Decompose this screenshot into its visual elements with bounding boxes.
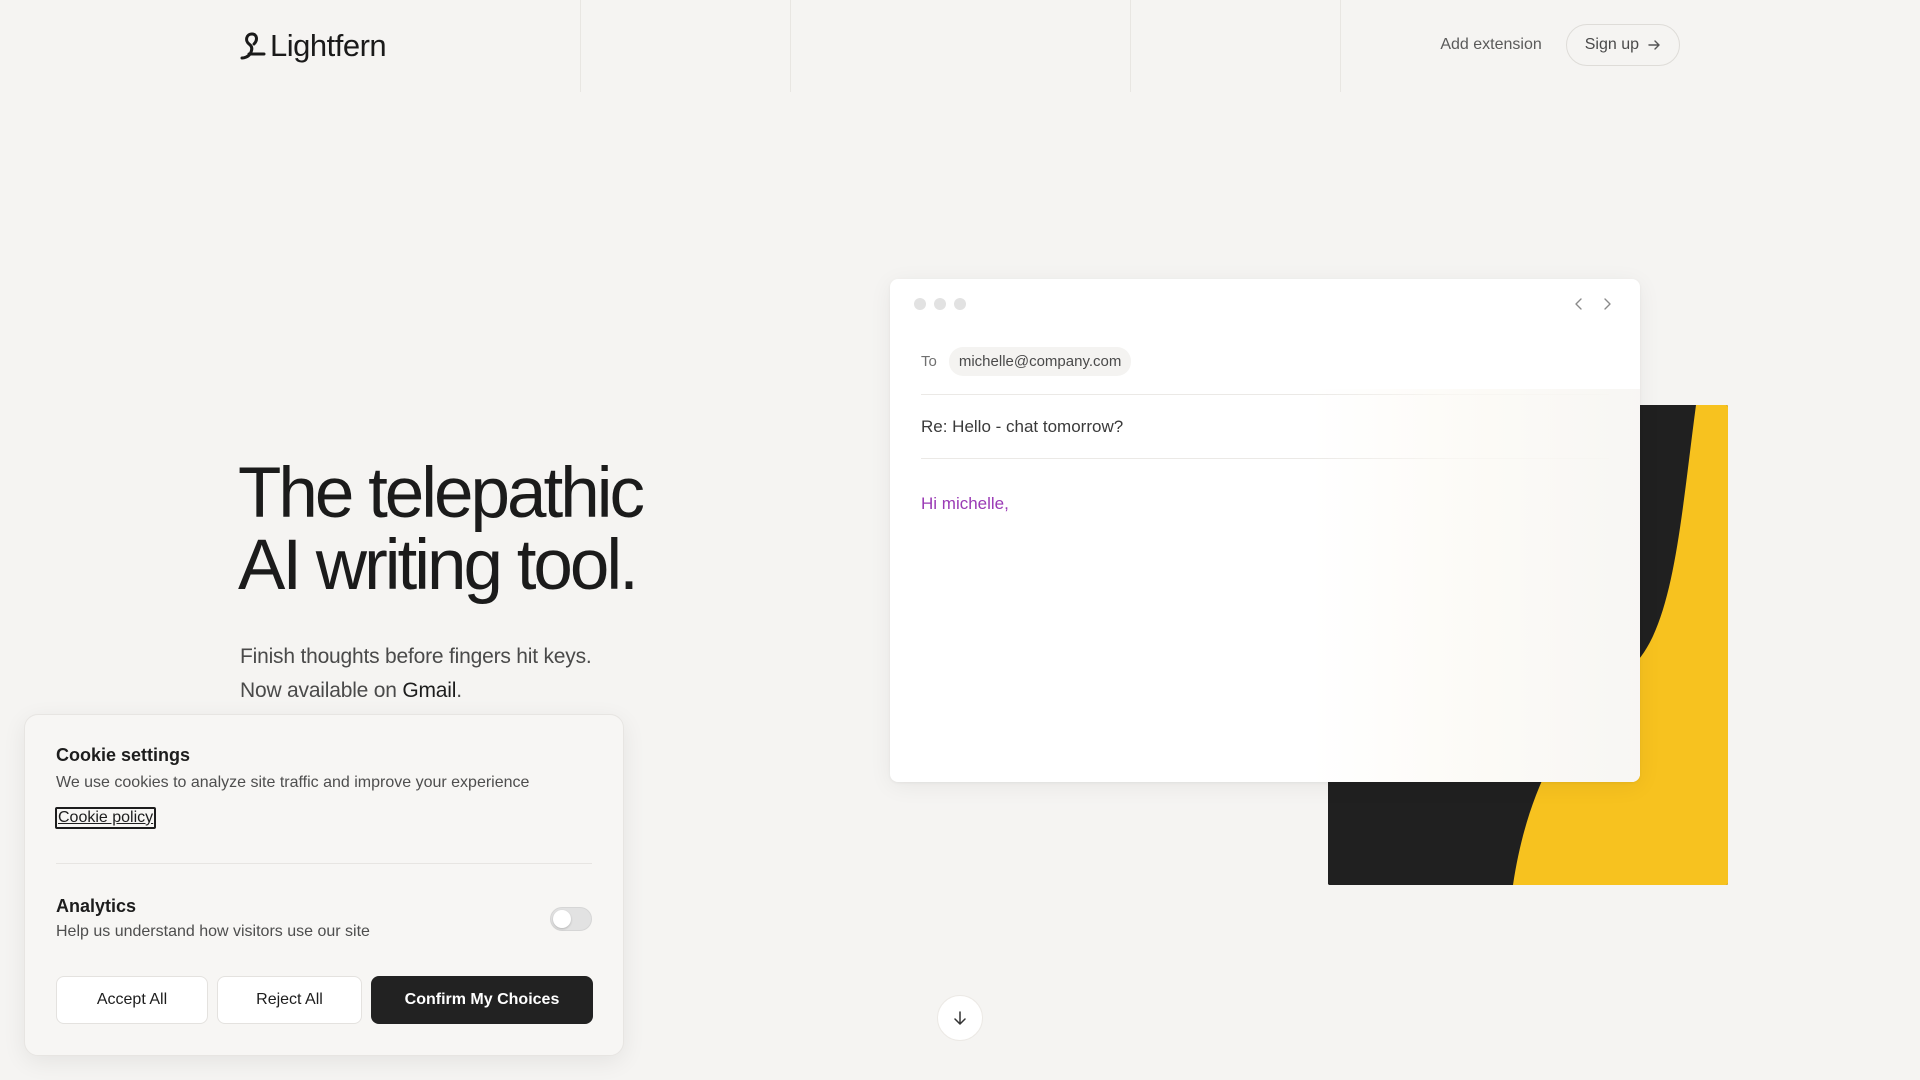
arrow-down-icon [954, 1011, 966, 1025]
analytics-title: Analytics [56, 896, 137, 916]
email-compose-card: To michelle@company.com Re: Hello - chat… [890, 279, 1640, 782]
cookie-title: Cookie settings [56, 745, 191, 765]
analytics-toggle[interactable] [550, 907, 592, 931]
header-divider [790, 0, 791, 92]
recipient-chip: michelle@company.com [948, 347, 1132, 376]
email-divider [921, 458, 1609, 459]
email-greeting: Hi michelle, [921, 494, 1009, 513]
hero-subtitle-line: Now available on Gmail. [240, 674, 592, 708]
cookie-policy-link[interactable]: Cookie policy [55, 807, 157, 829]
header-divider [1340, 0, 1341, 92]
cookie-divider [56, 863, 592, 864]
email-divider [921, 394, 1609, 395]
add-extension-link[interactable]: Add extension [1440, 36, 1541, 54]
arrow-right-icon [1648, 40, 1660, 50]
sign-up-label: Sign up [1584, 36, 1639, 53]
toggle-knob [553, 910, 571, 928]
hero-title-line: AI writing tool. [238, 526, 639, 605]
sign-up-button[interactable]: Sign up [1565, 24, 1680, 66]
cookie-description: We use cookies to analyze site traffic a… [56, 774, 530, 791]
reject-all-button[interactable]: Reject All [217, 976, 362, 1024]
window-controls [914, 298, 966, 310]
header-nav: Add extension Sign up [1440, 24, 1680, 66]
chevron-right-icon[interactable] [1600, 295, 1614, 313]
availability-suffix: . [456, 679, 462, 702]
hero-subtitle-line: Finish thoughts before fingers hit keys. [240, 645, 592, 668]
cookie-actions: Accept All Reject All Confirm My Choices [56, 976, 593, 1024]
scroll-down-button[interactable] [937, 995, 983, 1041]
brand-name: Lightfern [270, 28, 387, 63]
recipient-row: To michelle@company.com [921, 347, 1132, 376]
window-dot [914, 298, 926, 310]
to-label: To [921, 353, 937, 370]
header-divider [1130, 0, 1131, 92]
analytics-description: Help us understand how visitors use our … [56, 923, 370, 940]
header-divider [580, 0, 581, 92]
accept-all-button[interactable]: Accept All [56, 976, 208, 1024]
window-dot [934, 298, 946, 310]
gmail-label: Gmail [402, 679, 457, 702]
cookie-settings-panel: Cookie settings We use cookies to analyz… [24, 714, 624, 1056]
email-subject: Re: Hello - chat tomorrow? [921, 417, 1124, 436]
lightfern-logo-icon [240, 32, 266, 60]
confirm-choices-button[interactable]: Confirm My Choices [371, 976, 593, 1024]
availability-prefix: Now available on [240, 679, 403, 702]
landing-page: Lightfern Add extension Sign up The tele… [0, 0, 1920, 1080]
window-dot [954, 298, 966, 310]
brand-logo[interactable]: Lightfern [240, 28, 387, 64]
hero-title: The telepathic AI writing tool. [238, 454, 645, 605]
hero-subtitle: Finish thoughts before fingers hit keys.… [240, 640, 592, 708]
card-navigation [1572, 295, 1614, 313]
chevron-left-icon[interactable] [1572, 295, 1586, 313]
hero-title-line: The telepathic [238, 454, 645, 533]
